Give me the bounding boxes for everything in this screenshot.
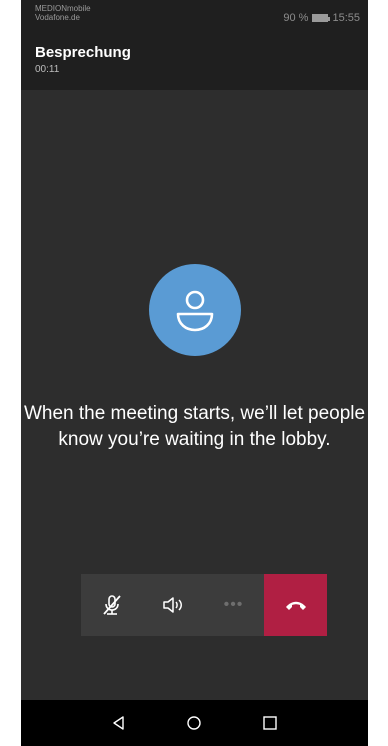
call-controls: ••• — [81, 574, 327, 636]
recents-button[interactable] — [258, 711, 282, 735]
home-icon — [187, 716, 202, 730]
mic-muted-icon — [102, 595, 121, 615]
battery-percent: 90 % — [283, 12, 309, 24]
speaker-icon — [162, 597, 182, 613]
meeting-header: Besprechung 00:11 — [21, 36, 368, 90]
hang-up-icon — [285, 601, 306, 610]
lobby-message: When the meeting starts, we’ll let peopl… — [23, 403, 366, 450]
back-button[interactable] — [107, 711, 131, 735]
status-bar: MEDIONmobile Vodafone.de 90 % 15:55 — [21, 0, 368, 36]
meeting-title: Besprechung — [35, 44, 131, 61]
hang-up-button[interactable] — [264, 574, 327, 636]
back-icon — [113, 716, 124, 730]
recents-icon — [263, 716, 277, 730]
carrier-name: MEDIONmobile — [35, 4, 91, 13]
carrier-network: Vodafone.de — [35, 13, 80, 22]
more-options-button[interactable]: ••• — [203, 574, 264, 636]
person-icon — [176, 290, 214, 332]
battery-icon — [312, 14, 331, 22]
avatar — [149, 264, 241, 356]
clock: 15:55 — [332, 12, 360, 24]
call-timer: 00:11 — [35, 64, 60, 75]
mute-button[interactable] — [81, 574, 142, 636]
home-button[interactable] — [182, 711, 206, 735]
status-right: 90 % 15:55 — [283, 12, 360, 24]
more-options-icon: ••• — [223, 596, 244, 613]
carrier-info: MEDIONmobile Vodafone.de — [35, 4, 91, 22]
navigation-bar — [21, 700, 368, 746]
speaker-button[interactable] — [142, 574, 203, 636]
phone-screen: MEDIONmobile Vodafone.de 90 % 15:55 Besp… — [21, 0, 368, 746]
